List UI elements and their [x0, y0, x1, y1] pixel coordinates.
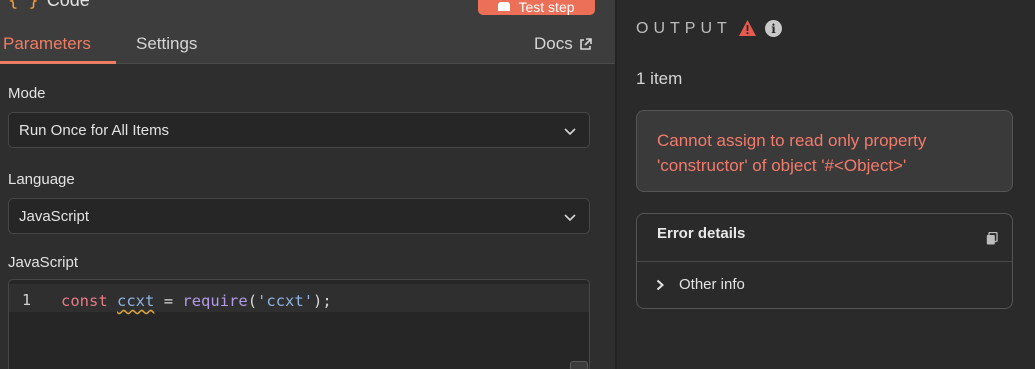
- code-editor[interactable]: 1 const ccxt = require('ccxt');: [8, 279, 590, 369]
- tab-parameters[interactable]: Parameters: [3, 34, 91, 54]
- node-title-text: Code: [46, 0, 90, 10]
- string-token: 'ccxt': [257, 292, 314, 310]
- error-details-card: Error details Other info: [636, 213, 1013, 309]
- test-step-button[interactable]: Test step: [478, 0, 595, 15]
- divider: [637, 261, 1012, 262]
- docs-link[interactable]: Docs: [534, 34, 592, 54]
- paren-open-token: (: [247, 292, 258, 310]
- operator-token: =: [163, 292, 174, 310]
- node-title: { } Code: [8, 0, 90, 11]
- variable-token: ccxt: [117, 292, 155, 310]
- external-link-icon: [579, 37, 592, 50]
- tab-settings[interactable]: Settings: [136, 34, 197, 54]
- error-message-line-1: Cannot assign to read only property: [657, 131, 927, 150]
- line-number: 1: [22, 291, 32, 309]
- paren-close-token: );: [313, 292, 332, 310]
- parameters-panel: { } Code Test step Parameters Settings D…: [0, 0, 615, 369]
- chevron-down-icon: [564, 214, 576, 222]
- info-icon[interactable]: i: [765, 20, 782, 37]
- panel-header: { } Code Test step Parameters Settings D…: [0, 0, 615, 64]
- code-label: JavaScript: [8, 254, 79, 271]
- function-token: require: [182, 292, 248, 310]
- chevron-right-icon: [656, 279, 664, 290]
- code-line-1[interactable]: const ccxt = require('ccxt');: [61, 292, 332, 310]
- keyword-token: const: [61, 292, 108, 310]
- copy-icon[interactable]: [986, 232, 998, 245]
- error-details-title: Error details: [657, 225, 746, 242]
- error-message-line-2: 'constructor' of object '#<Object>': [657, 156, 907, 175]
- docs-label: Docs: [534, 34, 573, 53]
- flask-icon: [498, 2, 511, 11]
- language-label: Language: [8, 171, 75, 188]
- output-panel: OUTPUT i 1 item Cannot assign to read on…: [617, 0, 1035, 369]
- language-value: JavaScript: [19, 207, 90, 225]
- code-icon: { }: [8, 0, 39, 11]
- test-step-label: Test step: [518, 0, 575, 15]
- other-info-label: Other info: [679, 276, 745, 293]
- active-tab-indicator: [0, 61, 116, 64]
- other-info-toggle[interactable]: Other info: [655, 276, 745, 293]
- item-count: 1 item: [636, 69, 683, 88]
- mode-select[interactable]: Run Once for All Items: [8, 112, 590, 148]
- output-heading: OUTPUT: [636, 20, 732, 37]
- error-message-card: Cannot assign to read only property 'con…: [636, 110, 1013, 192]
- mode-label: Mode: [8, 85, 46, 102]
- chevron-down-icon: [564, 128, 576, 136]
- warning-icon: [739, 20, 756, 36]
- language-select[interactable]: JavaScript: [8, 198, 590, 234]
- mode-value: Run Once for All Items: [19, 121, 170, 139]
- editor-resize-handle[interactable]: [570, 361, 588, 369]
